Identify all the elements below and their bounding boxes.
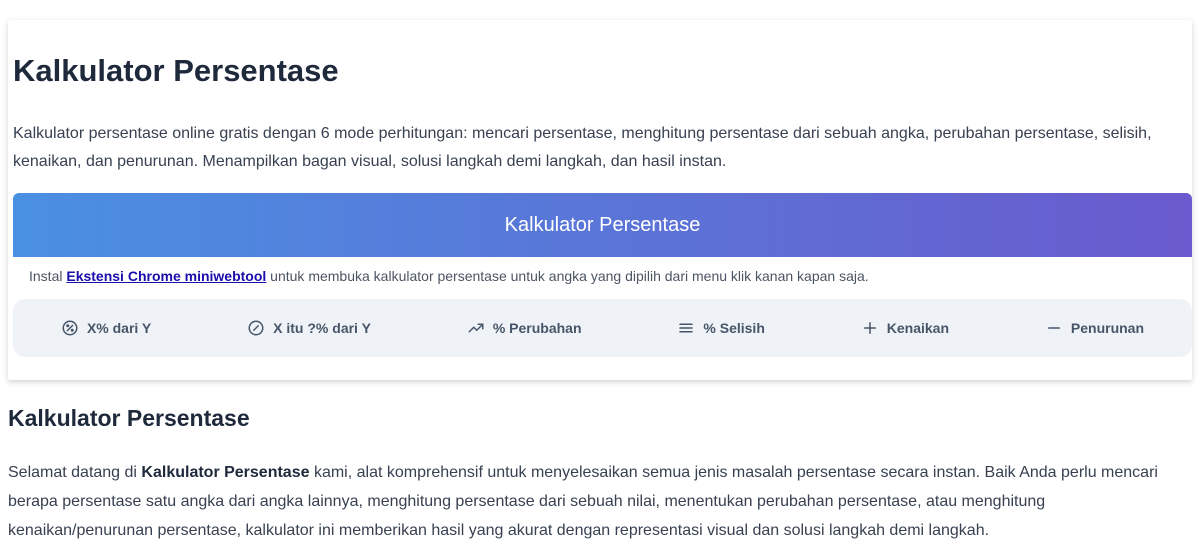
tab-x-is-what-percent-of-y[interactable]: X itu ?% dari Y xyxy=(247,319,371,337)
minus-icon xyxy=(1047,327,1060,329)
section-text: Selamat datang di Kalkulator Persentase … xyxy=(8,458,1188,545)
tab-label: Kenaikan xyxy=(886,320,950,336)
page-description: Kalkulator persentase online gratis deng… xyxy=(13,125,1152,170)
mode-tabs: X% dari Y X itu ?% dari Y % Perubahan % … xyxy=(13,299,1192,357)
plus-icon xyxy=(863,322,876,334)
page-title: Kalkulator Persentase xyxy=(13,53,339,88)
calculator-banner: Kalkulator Persentase xyxy=(13,193,1192,257)
tab-label: % Perubahan xyxy=(492,320,582,336)
section-text-bold: Kalkulator Persentase xyxy=(141,464,310,481)
tab-label: % Selisih xyxy=(703,320,765,336)
tab-percent-change[interactable]: % Perubahan xyxy=(467,319,582,337)
section-text-prefix: Selamat datang di xyxy=(8,464,142,481)
percent-circle-icon xyxy=(62,320,78,336)
banner-title: Kalkulator Persentase xyxy=(504,213,701,236)
calculator-card: Kalkulator Persentase Kalkulator persent… xyxy=(8,20,1192,380)
tab-increase[interactable]: Kenaikan xyxy=(861,319,949,337)
compass-icon xyxy=(248,320,264,336)
install-note: Instal Ekstensi Chrome miniwebtool untuk… xyxy=(29,268,869,284)
trending-up-icon xyxy=(468,323,484,333)
menu-lines-icon xyxy=(679,323,694,333)
tab-x-percent-of-y[interactable]: X% dari Y xyxy=(61,319,151,337)
install-note-prefix: Instal xyxy=(29,268,67,284)
tab-label: X% dari Y xyxy=(86,320,152,336)
tab-label: Penurunan xyxy=(1070,320,1145,336)
tab-decrease[interactable]: Penurunan xyxy=(1045,319,1144,337)
section-title: Kalkulator Persentase xyxy=(8,405,250,431)
tab-label: X itu ?% dari Y xyxy=(273,320,371,336)
tab-percent-difference[interactable]: % Selisih xyxy=(677,319,765,337)
chrome-extension-link[interactable]: Ekstensi Chrome miniwebtool xyxy=(66,268,266,284)
install-note-suffix: untuk membuka kalkulator persentase untu… xyxy=(266,268,869,284)
